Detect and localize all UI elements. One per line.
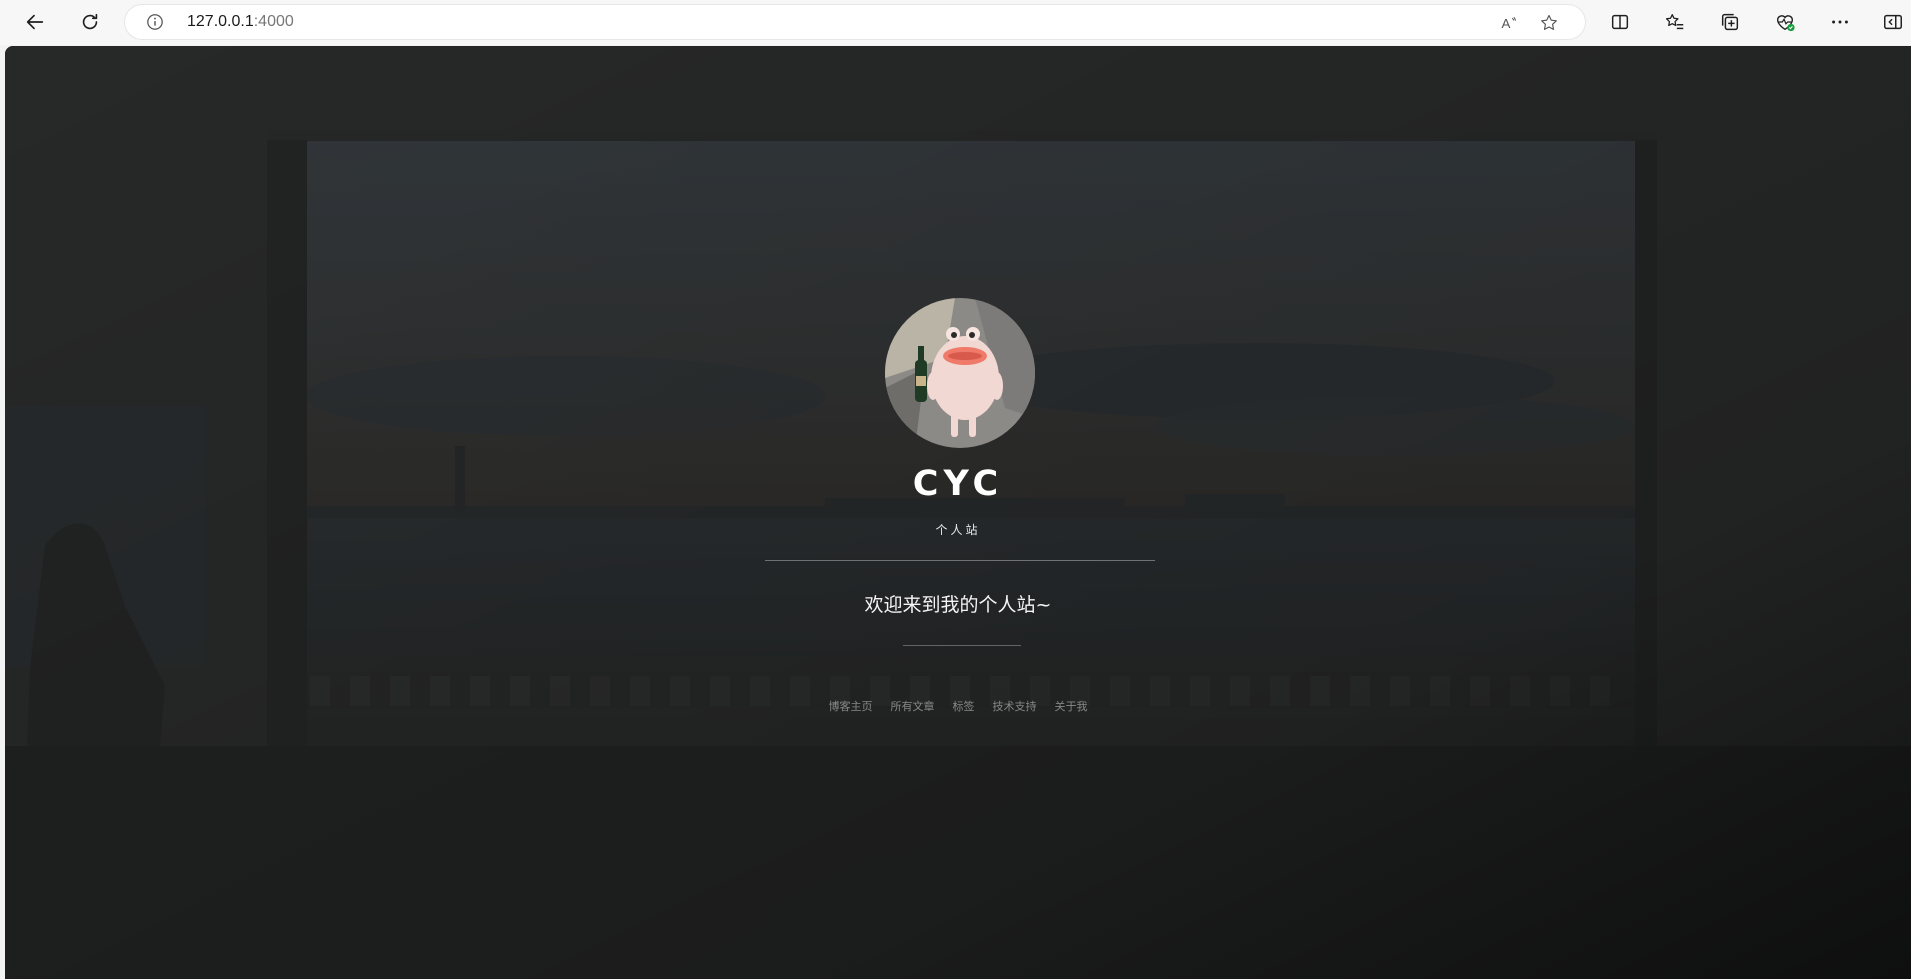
profile-header: CYC 个人站 欢迎来到我的个人站~ 博客主页 所有文章 标签 技术支持 关于我 bbox=[5, 46, 1911, 979]
nav-about-me[interactable]: 关于我 bbox=[1055, 698, 1088, 714]
site-title: CYC bbox=[912, 464, 1004, 504]
collections-icon bbox=[1721, 13, 1739, 31]
divider bbox=[765, 560, 1155, 561]
info-icon[interactable] bbox=[145, 12, 165, 32]
favorites-button[interactable] bbox=[1658, 6, 1692, 38]
page-viewport: CYC 个人站 欢迎来到我的个人站~ 博客主页 所有文章 标签 技术支持 关于我 bbox=[5, 46, 1911, 979]
favorites-list-icon bbox=[1665, 14, 1684, 30]
url-text[interactable]: 127.0.0.1:4000 bbox=[187, 13, 294, 31]
browser-toolbar: 127.0.0.1:4000 A bbox=[0, 0, 1911, 45]
nav-tags[interactable]: 标签 bbox=[953, 698, 975, 714]
reload-icon bbox=[82, 13, 98, 30]
nav-tech-support[interactable]: 技术支持 bbox=[993, 698, 1037, 714]
site-nav: 博客主页 所有文章 标签 技术支持 关于我 bbox=[5, 698, 1911, 714]
split-screen-button[interactable] bbox=[1603, 6, 1637, 38]
site-subtitle: 个人站 bbox=[935, 523, 981, 537]
collections-button[interactable] bbox=[1713, 6, 1747, 38]
url-port: :4000 bbox=[253, 13, 294, 30]
nav-all-posts[interactable]: 所有文章 bbox=[891, 698, 935, 714]
heart-pulse-icon bbox=[1776, 15, 1795, 32]
more-dots-icon bbox=[1832, 20, 1848, 24]
read-aloud-icon[interactable]: A bbox=[1497, 11, 1521, 35]
back-button[interactable] bbox=[18, 6, 52, 38]
svg-text:A: A bbox=[1502, 16, 1511, 31]
address-bar[interactable]: 127.0.0.1:4000 A bbox=[125, 5, 1585, 39]
sidebar-button[interactable] bbox=[1876, 6, 1910, 38]
avatar-image bbox=[885, 298, 1035, 448]
divider-short bbox=[903, 645, 1021, 646]
arrow-left-icon bbox=[26, 14, 44, 30]
welcome-message: 欢迎来到我的个人站~ bbox=[864, 594, 1052, 616]
nav-blog-home[interactable]: 博客主页 bbox=[829, 698, 873, 714]
split-screen-icon bbox=[1611, 14, 1629, 30]
sidebar-icon bbox=[1884, 14, 1902, 30]
browser-essentials-button[interactable] bbox=[1768, 6, 1802, 38]
more-button[interactable] bbox=[1823, 6, 1857, 38]
avatar[interactable] bbox=[885, 298, 1035, 448]
url-host: 127.0.0.1 bbox=[187, 13, 254, 30]
star-icon[interactable] bbox=[1537, 11, 1561, 35]
reload-button[interactable] bbox=[73, 6, 107, 38]
